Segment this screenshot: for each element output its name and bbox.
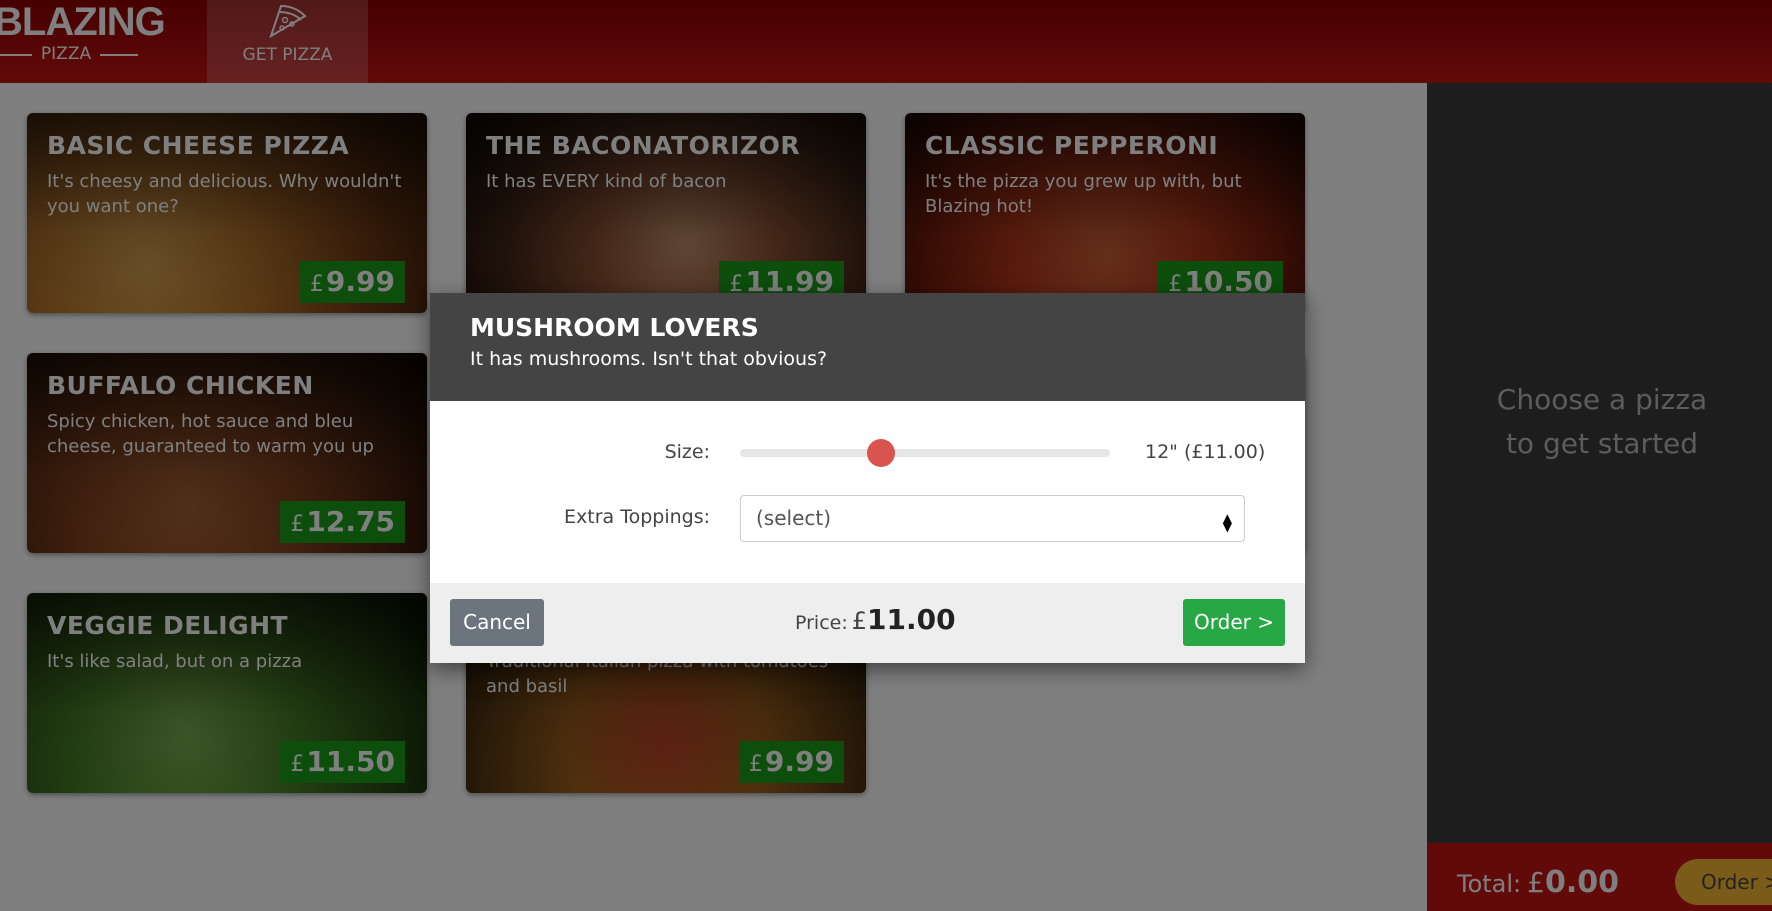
dialog-title: MUSHROOM LOVERS <box>470 313 759 342</box>
dialog-price: Price: £11.00 <box>795 603 956 636</box>
toppings-label: Extra Toppings: <box>564 506 710 528</box>
price-label: Price: <box>795 612 848 634</box>
size-slider-thumb[interactable] <box>866 439 895 467</box>
dialog-footer: Cancel Price: £11.00 Order > <box>430 583 1305 663</box>
toppings-select-value: (select) <box>756 506 832 530</box>
dialog-header: MUSHROOM LOVERS It has mushrooms. Isn't … <box>430 293 1305 401</box>
size-label: Size: <box>664 441 710 463</box>
dialog-subtitle: It has mushrooms. Isn't that obvious? <box>470 348 828 370</box>
cancel-button[interactable]: Cancel <box>450 599 544 646</box>
size-slider[interactable] <box>740 439 1110 467</box>
configure-pizza-dialog: MUSHROOM LOVERS It has mushrooms. Isn't … <box>430 293 1305 663</box>
currency-symbol: £ <box>851 607 868 635</box>
toppings-select[interactable]: (select) ▲ ▼ <box>740 495 1245 542</box>
order-button[interactable]: Order > <box>1183 599 1285 646</box>
price-value: 11.00 <box>867 603 956 636</box>
size-value: 12" (£11.00) <box>1145 441 1266 463</box>
